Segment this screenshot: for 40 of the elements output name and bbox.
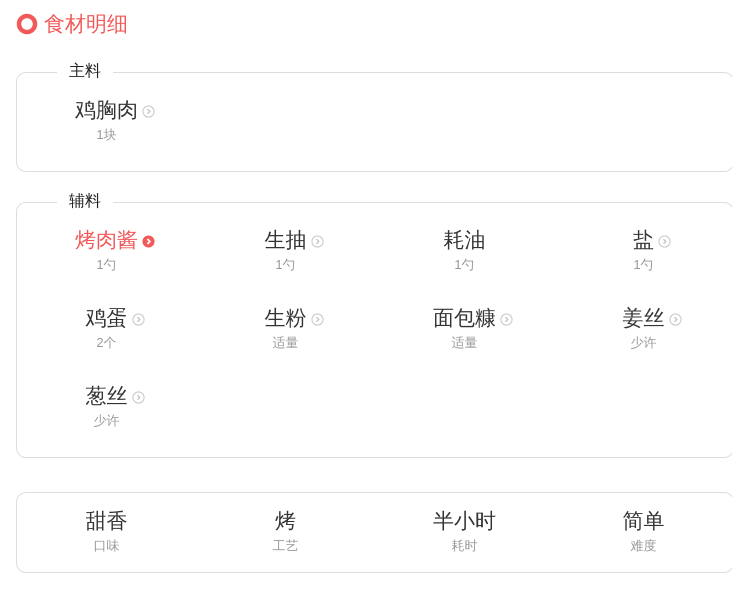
chevron-circle-icon[interactable] [500, 312, 513, 326]
summary-value: 烤 [275, 509, 296, 535]
chevron-circle-icon[interactable] [310, 312, 324, 326]
chevron-circle-icon[interactable] [132, 312, 144, 326]
summary-label: 难度 [630, 538, 656, 554]
ingredient-amount: 2个 [96, 335, 117, 351]
chevron-circle-icon[interactable] [132, 390, 144, 404]
chevron-circle-icon[interactable] [142, 234, 155, 248]
ingredient-amount: 少许 [94, 413, 120, 429]
summary-value: 半小时 [433, 509, 496, 535]
ingredient-link[interactable]: 姜丝 [622, 306, 682, 332]
chevron-circle-icon[interactable] [142, 104, 155, 118]
ingredient-link[interactable]: 鸡蛋 [86, 306, 144, 332]
summary-value: 简单 [622, 509, 664, 535]
ingredient-link[interactable]: 葱丝 [86, 384, 144, 410]
summary-label: 工艺 [272, 538, 298, 554]
ingredient-link[interactable]: 生粉 [264, 306, 324, 332]
ingredient-link[interactable]: 鸡胸肉 [75, 98, 155, 124]
ingredient-amount: 1勺 [454, 257, 475, 273]
summary-label: 耗时 [452, 538, 478, 554]
ingredient-link[interactable]: 盐 [633, 228, 671, 254]
ingredient-link[interactable]: 面包糠 [433, 306, 513, 332]
summary-value: 甜香 [86, 509, 128, 535]
ingredient-link[interactable]: 生抽 [264, 228, 324, 254]
chevron-circle-icon[interactable] [668, 312, 682, 326]
ingredient-amount: 适量 [452, 335, 478, 351]
ingredient-amount: 1勺 [275, 257, 296, 273]
chevron-circle-icon[interactable] [310, 234, 324, 248]
section-title: 食材明细 [44, 12, 128, 38]
ring-icon [16, 13, 38, 35]
group-legend: 主料 [57, 64, 113, 80]
ingredient-amount: 少许 [630, 335, 656, 351]
ingredient-link[interactable]: 耗油 [444, 228, 486, 254]
ingredient-amount: 1勺 [633, 257, 654, 273]
ingredient-amount: 适量 [272, 335, 298, 351]
ingredient-amount: 1块 [96, 127, 117, 143]
ingredient-amount: 1勺 [96, 257, 117, 273]
chevron-circle-icon[interactable] [658, 234, 671, 248]
summary-label: 口味 [94, 538, 120, 554]
group-legend: 辅料 [57, 194, 113, 210]
